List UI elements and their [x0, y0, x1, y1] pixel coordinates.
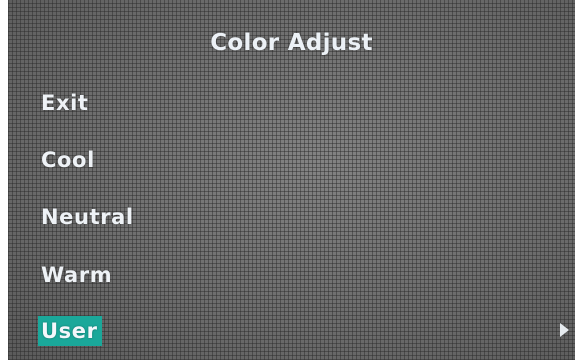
menu-item-cool[interactable]: Cool [41, 143, 95, 177]
osd-screen: Color Adjust Exit Cool Neutral Warm User [8, 0, 575, 360]
menu-item-user[interactable]: User [38, 314, 571, 348]
color-adjust-menu: Exit Cool Neutral Warm User [38, 0, 571, 360]
menu-item-exit[interactable]: Exit [41, 86, 89, 120]
menu-item-user-label: User [38, 316, 102, 346]
menu-item-warm[interactable]: Warm [41, 258, 112, 292]
menu-item-neutral[interactable]: Neutral [41, 200, 134, 234]
chevron-right-icon [560, 323, 569, 337]
